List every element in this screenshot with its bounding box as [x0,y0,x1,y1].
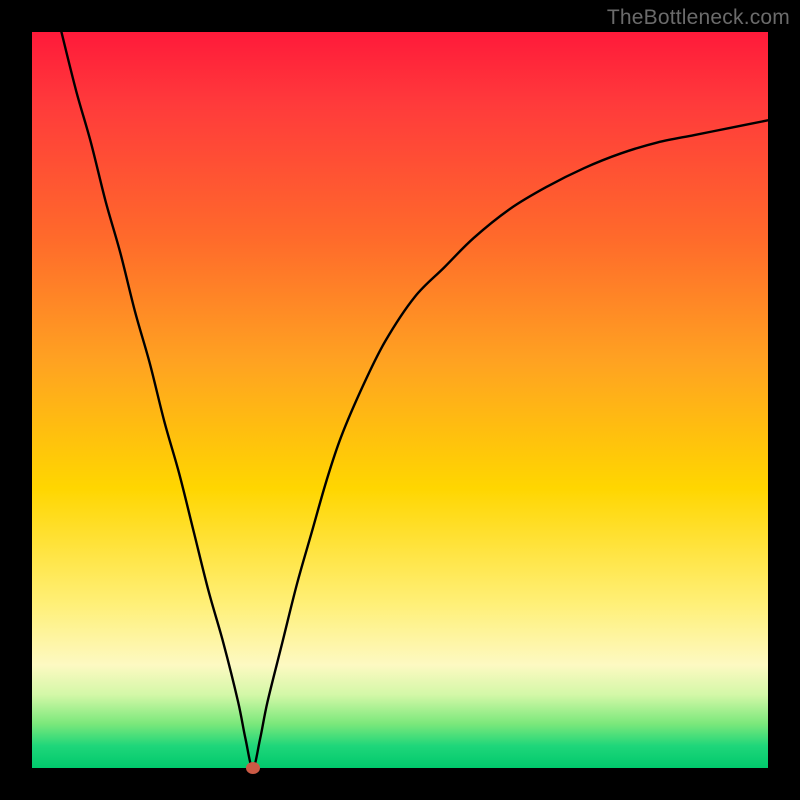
gradient-plot-area [32,32,768,768]
minimum-marker-icon [246,762,260,774]
bottleneck-curve [32,32,768,768]
watermark-label: TheBottleneck.com [607,6,790,30]
outer-frame: TheBottleneck.com [0,0,800,800]
